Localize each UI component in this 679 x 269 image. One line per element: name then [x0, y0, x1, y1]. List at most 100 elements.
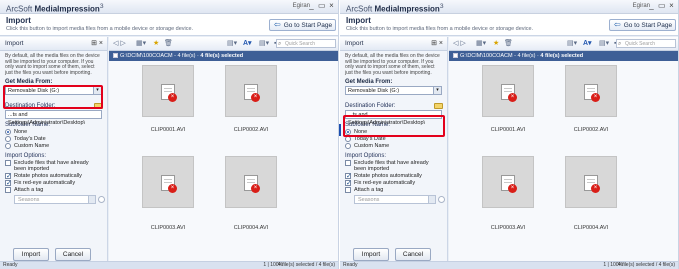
status-selection: 4 file(s) selected / 4 file(s): [618, 262, 675, 268]
maximize-icon[interactable]: ▭: [318, 1, 326, 11]
highlight-destination: [343, 115, 445, 137]
subfolder-custom-radio[interactable]: Custom Name: [5, 143, 102, 149]
video-file-icon: ×: [161, 175, 177, 193]
file-thumbnail[interactable]: ×: [565, 65, 617, 117]
back-icon[interactable]: ◁ ▷: [113, 39, 126, 48]
quick-search-input[interactable]: ⌕ Quick Search: [616, 39, 676, 48]
select-all-checkbox[interactable]: [453, 53, 458, 59]
rotate-photos-checkbox[interactable]: Rotate photos automatically: [345, 172, 442, 180]
list-view-icon[interactable]: ▤▾: [259, 39, 269, 48]
file-thumbnail[interactable]: ×: [225, 65, 277, 117]
file-thumbnail[interactable]: ×: [142, 65, 194, 117]
maximize-icon[interactable]: ▭: [658, 1, 666, 11]
import-button[interactable]: Import: [353, 248, 389, 261]
get-media-select[interactable]: Removable Disk (G:) ▾: [345, 86, 442, 95]
chevron-down-icon[interactable]: [88, 196, 95, 203]
file-name: CLIP0001.AVI: [150, 127, 186, 133]
get-media-label: Get Media From:: [345, 79, 393, 85]
attach-tag-checkbox[interactable]: Attach a tag: [345, 187, 442, 193]
folder-icon[interactable]: [434, 103, 443, 109]
status-text: Ready: [3, 262, 18, 268]
list-view-icon[interactable]: ▤▾: [599, 39, 609, 48]
checkbox-icon: [345, 187, 351, 193]
minimize-icon[interactable]: _: [308, 1, 315, 11]
app-title: ArcSoft MediaImpression3: [346, 3, 444, 14]
add-tag-icon[interactable]: [98, 196, 105, 203]
checkbox-icon: [5, 160, 11, 166]
minimize-icon[interactable]: _: [648, 1, 655, 11]
chevron-down-icon[interactable]: ▾: [433, 87, 441, 94]
file-name: CLIP0001.AVI: [490, 127, 526, 133]
go-to-start-page-button[interactable]: ⇦ Go to Start Page: [269, 19, 336, 31]
file-thumbnail[interactable]: ×: [482, 65, 534, 117]
import-options-label: Import Options:: [5, 153, 47, 159]
sort-icon[interactable]: ▤▾: [567, 39, 577, 48]
search-icon: ⌕: [618, 41, 622, 47]
destination-field[interactable]: ...ts and Settings\Administrator\Desktop…: [5, 110, 102, 126]
close-icon[interactable]: ×: [668, 1, 675, 11]
window-controls: _ ▭ ×: [308, 1, 335, 11]
file-thumbnail[interactable]: ×: [225, 156, 277, 208]
subfolder-custom-radio[interactable]: Custom Name: [345, 143, 442, 149]
status-selection: 4 file(s) selected / 4 file(s): [278, 262, 335, 268]
add-tag-icon[interactable]: [438, 196, 445, 203]
import-intro-text: By default, all the media files on the d…: [5, 53, 100, 76]
thumbnail-grid: × CLIP0001.AVI × CLIP0002.AVI × CLIP0003…: [109, 61, 338, 245]
trash-icon[interactable]: 🗑: [164, 39, 173, 48]
sort-icon[interactable]: ▤▾: [227, 39, 237, 48]
view-icon[interactable]: ▦▾: [476, 39, 486, 48]
media-browser: ◁ ▷ ▦▾ ★ 🗑 ▤▾ A▾ ▤▾ ▪▪─○── G:\DCIM\100CO…: [449, 37, 678, 261]
tag-combo[interactable]: Seasons: [354, 195, 445, 204]
sidebar-header: Import ⊞ ×: [0, 37, 107, 51]
close-icon[interactable]: ×: [328, 1, 335, 11]
file-thumbnail[interactable]: ×: [482, 156, 534, 208]
file-thumbnail[interactable]: ×: [142, 156, 194, 208]
search-icon: ⌕: [278, 41, 282, 47]
import-options-label: Import Options:: [345, 153, 387, 159]
fix-red-eye-checkbox[interactable]: Fix red-eye automatically: [345, 179, 442, 187]
file-name: CLIP0004.AVI: [233, 225, 269, 231]
go-to-start-page-button[interactable]: ⇦ Go to Start Page: [609, 19, 676, 31]
media-browser: ◁ ▷ ▦▾ ★ 🗑 ▤▾ A▾ ▤▾ ▪▪─○── G:\DCIM\100CO…: [109, 37, 338, 261]
fix-red-eye-checkbox[interactable]: Fix red-eye automatically: [5, 179, 102, 187]
star-icon[interactable]: ★: [493, 39, 499, 48]
file-thumbnail[interactable]: ×: [565, 156, 617, 208]
star-icon[interactable]: ★: [153, 39, 159, 48]
video-file-icon: ×: [501, 84, 517, 102]
left-window: ArcSoft MediaImpression3 Egiran _ ▭ × Im…: [0, 0, 339, 269]
import-button[interactable]: Import: [13, 248, 49, 261]
app-title: ArcSoft MediaImpression3: [6, 3, 104, 14]
text-size-icon[interactable]: A▾: [243, 39, 252, 48]
select-all-checkbox[interactable]: [113, 53, 118, 59]
trash-icon[interactable]: 🗑: [504, 39, 513, 48]
video-file-icon: ×: [161, 84, 177, 102]
attach-tag-checkbox[interactable]: Attach a tag: [5, 187, 102, 193]
file-name: CLIP0002.AVI: [573, 127, 609, 133]
radio-icon: [5, 129, 11, 135]
cancel-button[interactable]: Cancel: [55, 248, 91, 261]
file-name: CLIP0002.AVI: [233, 127, 269, 133]
view-icon[interactable]: ▦▾: [136, 39, 146, 48]
tag-combo[interactable]: Seasons: [14, 195, 105, 204]
file-name: CLIP0004.AVI: [573, 225, 609, 231]
subfolder-date-radio[interactable]: Today's Date: [5, 136, 102, 142]
radio-icon: [345, 143, 351, 149]
sidebar-title: Import: [5, 40, 24, 47]
page-description: Click this button to import media files …: [6, 26, 194, 32]
exclude-imported-checkbox[interactable]: Exclude files that have already been imp…: [5, 160, 102, 172]
thumbnail-grid: × CLIP0001.AVI × CLIP0002.AVI × CLIP0003…: [449, 61, 678, 245]
video-file-icon: ×: [584, 175, 600, 193]
quick-search-input[interactable]: ⌕ Quick Search: [276, 39, 336, 48]
cancel-button[interactable]: Cancel: [395, 248, 431, 261]
text-size-icon[interactable]: A▾: [583, 39, 592, 48]
panel-options-icon[interactable]: ⊞ ×: [431, 39, 443, 47]
back-icon[interactable]: ◁ ▷: [453, 39, 466, 48]
rotate-photos-checkbox[interactable]: Rotate photos automatically: [5, 172, 102, 180]
subfolder-none-radio[interactable]: None: [5, 129, 102, 135]
status-bar: Ready 1 | 100% 4 file(s) selected / 4 fi…: [0, 261, 338, 269]
chevron-down-icon[interactable]: [428, 196, 435, 203]
status-bar: Ready 1 | 100% 4 file(s) selected / 4 fi…: [340, 261, 678, 269]
checkbox-icon: [345, 160, 351, 166]
panel-options-icon[interactable]: ⊞ ×: [91, 39, 103, 47]
exclude-imported-checkbox[interactable]: Exclude files that have already been imp…: [345, 160, 442, 172]
